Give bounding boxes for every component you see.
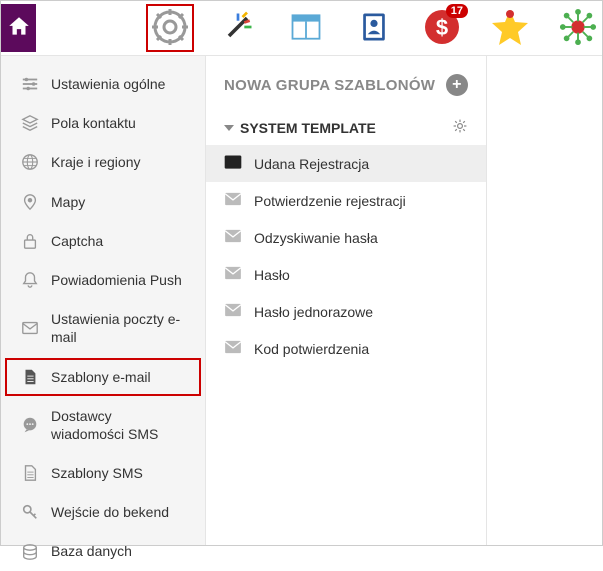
- sidebar-item-contact-fields[interactable]: Pola kontaktu: [5, 104, 201, 142]
- sidebar-item-backend-login[interactable]: Wejście do bekend: [5, 493, 201, 531]
- sidebar-item-label: Szablony SMS: [51, 464, 187, 482]
- sidebar-item-label: Ustawienia ogólne: [51, 75, 187, 93]
- sidebar-item-database[interactable]: Baza danych: [5, 532, 201, 570]
- sidebar-item-captcha[interactable]: Captcha: [5, 222, 201, 260]
- plus-icon: +: [446, 74, 468, 96]
- right-strip: [487, 56, 602, 545]
- template-label: Kod potwierdzenia: [254, 341, 369, 357]
- settings-gear-button[interactable]: [146, 4, 194, 52]
- contacts-button[interactable]: [350, 4, 398, 52]
- home-icon: [6, 14, 32, 43]
- group-title: NOWA GRUPA SZABLONÓW: [224, 77, 435, 94]
- home-button[interactable]: [1, 4, 36, 52]
- section-header[interactable]: SYSTEM TEMPLATE: [206, 110, 486, 145]
- envelope-icon: [224, 192, 242, 209]
- document-outline-icon: [21, 464, 39, 482]
- window-icon: [288, 9, 324, 48]
- top-icon-row: $ 17: [146, 1, 602, 56]
- template-label: Potwierdzenie rejestracji: [254, 193, 406, 209]
- layout-button[interactable]: [282, 4, 330, 52]
- template-item[interactable]: Odzyskiwanie hasła: [206, 219, 486, 256]
- envelope-icon: [224, 303, 242, 320]
- template-item[interactable]: Udana Rejestracja: [206, 145, 486, 182]
- envelope-icon: [224, 155, 242, 172]
- section-settings-button[interactable]: [452, 118, 468, 137]
- sidebar: Ustawienia ogólne Pola kontaktu Kraje i …: [1, 56, 206, 545]
- sidebar-item-label: Captcha: [51, 232, 187, 250]
- template-label: Udana Rejestracja: [254, 156, 369, 172]
- sidebar-item-label: Baza danych: [51, 542, 187, 560]
- template-label: Hasło: [254, 267, 290, 283]
- document-icon: [21, 368, 39, 386]
- sidebar-item-general-settings[interactable]: Ustawienia ogólne: [5, 65, 201, 103]
- envelope-icon: [21, 319, 39, 337]
- sidebar-item-label: Ustawienia poczty e-mail: [51, 310, 187, 346]
- bell-icon: [21, 271, 39, 289]
- envelope-icon: [224, 229, 242, 246]
- chat-icon: [21, 416, 39, 434]
- template-label: Odzyskiwanie hasła: [254, 230, 378, 246]
- sidebar-item-label: Mapy: [51, 193, 187, 211]
- topbar: $ 17: [1, 1, 602, 56]
- sidebar-item-sms-providers[interactable]: Dostawcy wiadomości SMS: [5, 397, 201, 453]
- template-item[interactable]: Hasło: [206, 256, 486, 293]
- sidebar-item-label: Pola kontaktu: [51, 114, 187, 132]
- sidebar-item-label: Kraje i regiony: [51, 153, 187, 171]
- layers-icon: [21, 114, 39, 132]
- template-label: Hasło jednorazowe: [254, 304, 373, 320]
- content: Ustawienia ogólne Pola kontaktu Kraje i …: [1, 56, 602, 545]
- chevron-down-icon: [224, 125, 234, 131]
- sidebar-item-countries[interactable]: Kraje i regiony: [5, 143, 201, 181]
- sidebar-item-email-settings[interactable]: Ustawienia poczty e-mail: [5, 300, 201, 356]
- envelope-icon: [224, 266, 242, 283]
- main-panel: NOWA GRUPA SZABLONÓW + SYSTEM TEMPLATE U…: [206, 56, 487, 545]
- svg-text:$: $: [436, 15, 448, 40]
- address-book-icon: [356, 9, 392, 48]
- star-icon: [490, 7, 530, 50]
- virus-network-icon: [559, 8, 597, 49]
- template-item[interactable]: Kod potwierdzenia: [206, 330, 486, 367]
- template-item[interactable]: Hasło jednorazowe: [206, 293, 486, 330]
- database-icon: [21, 543, 39, 561]
- sidebar-item-push[interactable]: Powiadomienia Push: [5, 261, 201, 299]
- sidebar-item-label: Wejście do bekend: [51, 503, 187, 521]
- sidebar-item-label: Szablony e-mail: [51, 368, 187, 386]
- billing-button[interactable]: $ 17: [418, 4, 466, 52]
- sidebar-item-email-templates[interactable]: Szablony e-mail: [5, 358, 201, 396]
- sidebar-item-sms-templates[interactable]: Szablony SMS: [5, 454, 201, 492]
- favorites-button[interactable]: [486, 4, 534, 52]
- section-title: SYSTEM TEMPLATE: [240, 120, 446, 136]
- notification-badge: 17: [446, 4, 468, 18]
- template-list: Udana Rejestracja Potwierdzenie rejestra…: [206, 145, 486, 367]
- sliders-icon: [21, 75, 39, 93]
- network-button[interactable]: [554, 4, 602, 52]
- sidebar-item-label: Powiadomienia Push: [51, 271, 187, 289]
- sidebar-item-maps[interactable]: Mapy: [5, 183, 201, 221]
- tools-button[interactable]: [214, 4, 262, 52]
- map-pin-icon: [21, 193, 39, 211]
- magic-wand-icon: [220, 9, 256, 48]
- sidebar-item-label: Dostawcy wiadomości SMS: [51, 407, 187, 443]
- gear-icon: [150, 7, 190, 50]
- template-item[interactable]: Potwierdzenie rejestracji: [206, 182, 486, 219]
- lock-icon: [21, 232, 39, 250]
- globe-icon: [21, 153, 39, 171]
- key-icon: [21, 503, 39, 521]
- envelope-icon: [224, 340, 242, 357]
- new-template-group-header[interactable]: NOWA GRUPA SZABLONÓW +: [206, 56, 486, 110]
